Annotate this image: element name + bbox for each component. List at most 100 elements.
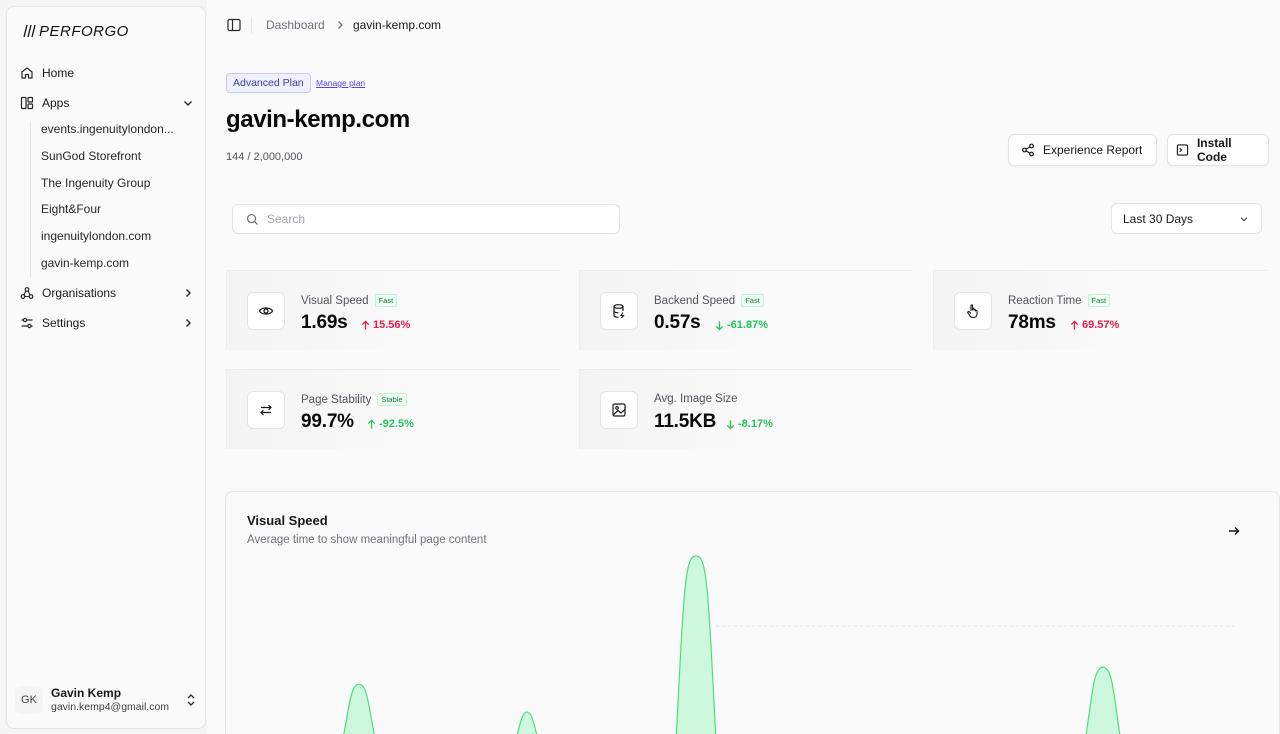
visual-speed-chart-card: Visual Speed Average time to show meanin… [225,491,1280,734]
metric-name: Avg. Image Size [654,393,738,405]
experience-report-button[interactable]: Experience Report [1008,134,1157,166]
status-badge: Fast [1087,294,1111,307]
breadcrumb-current: gavin-kemp.com [353,18,442,32]
sidebar-item-label: Home [42,66,75,80]
metric-name: Backend Speed [654,294,736,307]
sidebar-item-label: Settings [42,316,86,330]
date-range-select[interactable]: Last 30 Days [1111,203,1262,234]
metric-change-value: 69.57% [1082,319,1120,331]
avatar: GK [15,686,43,714]
metric-change-value: -61.87% [727,319,768,331]
metric-name: Page Stability [301,393,372,406]
metric-value: 78ms [1008,312,1056,333]
metric-change: -92.5% [366,418,414,430]
sidebar-app-item[interactable]: events.ingenuitylondon... [35,118,183,140]
metric-label: Backend Speed Fast [654,294,764,307]
metric-card-visual-speed[interactable]: Visual Speed Fast 1.69s 15.56% [226,270,560,350]
sidebar-app-item[interactable]: ingenuitylondon.com [35,225,183,247]
metric-label: Avg. Image Size [654,393,738,405]
arrow-up-icon [361,319,370,330]
user-name: Gavin Kemp [51,686,122,700]
status-badge: Fast [741,294,764,307]
sidebar-item-label: Organisations [42,286,117,300]
metric-change-value: -92.5% [379,418,414,430]
metric-card-page-stability[interactable]: Page Stability Stable 99.7% -92.5% [226,369,560,449]
chart-title: Visual Speed [247,513,328,528]
apps-tree-line [30,121,31,277]
usage-quota: 144 / 2,000,000 [226,151,303,163]
date-range-value: Last 30 Days [1123,211,1194,226]
sidebar-item-label: Apps [42,96,70,110]
metric-name: Reaction Time [1008,294,1082,307]
eye-icon [247,292,285,330]
sidebar-app-item[interactable]: gavin-kemp.com [35,252,183,274]
arrow-right-icon[interactable] [1227,524,1241,538]
chevron-down-icon [184,101,192,106]
chart-area-peak [675,555,717,734]
search-field[interactable] [232,204,620,234]
pointer-hand-icon [954,292,992,330]
metric-change: 15.56% [360,319,410,331]
user-menu[interactable]: GK Gavin Kemp gavin.kemp4@gmail.com [15,682,197,718]
user-email: gavin.kemp4@gmail.com [51,701,170,713]
metric-change: 69.57% [1069,319,1119,331]
chart-area-peak [1085,666,1121,734]
share-icon [1022,143,1034,157]
plan-badge: Advanced Plan [226,73,311,93]
metric-label: Page Stability Stable [301,393,407,406]
metric-change: -61.87% [714,319,768,331]
sidebar-item-home[interactable]: Home [19,60,195,86]
visual-speed-chart [343,555,1238,734]
search-input[interactable] [267,212,607,226]
chart-area-peak [516,711,538,734]
arrows-left-right-icon [247,391,285,429]
chevron-right-icon [338,21,343,29]
settings-icon [20,316,34,330]
metric-value: 0.57s [654,312,701,333]
main-content: Dashboard gavin-kemp.com Advanced Plan M… [207,0,1280,734]
arrow-down-icon [715,320,724,331]
image-icon [600,391,638,429]
sidebar-app-item[interactable]: Eight&Four [35,198,183,220]
chart-subtitle: Average time to show meaningful page con… [247,534,487,546]
chevron-right-icon [186,319,191,327]
brand-logo[interactable]: PERFORGO [23,22,129,40]
sidebar: PERFORGO Home Apps events.ingenuitylondo… [6,6,206,729]
install-code-button[interactable]: Install Code [1167,134,1269,166]
metric-value: 11.5KB [654,411,717,432]
status-badge: Fast [374,294,398,307]
page-title: gavin-kemp.com [226,106,410,133]
sidebar-item-settings[interactable]: Settings [19,310,195,336]
arrow-up-icon [1070,319,1079,330]
sidebar-toggle-icon[interactable] [227,18,241,32]
brand-mark-icon [23,24,36,38]
organisations-icon [20,286,34,300]
chevron-right-icon [186,289,191,297]
breadcrumb-dashboard[interactable]: Dashboard [266,18,325,32]
metric-change-value: -8.17% [738,418,773,430]
status-badge: Stable [377,393,407,406]
apps-icon [20,96,34,110]
home-icon [20,66,34,80]
sidebar-item-apps[interactable]: Apps [19,90,195,116]
brand-name: PERFORGO [39,22,129,40]
sidebar-item-organisations[interactable]: Organisations [19,280,195,306]
sidebar-app-item[interactable]: SunGod Storefront [35,145,183,167]
metric-card-reaction-time[interactable]: Reaction Time Fast 78ms 69.57% [933,270,1267,350]
metric-name: Visual Speed [301,294,369,307]
chevrons-up-down-icon [187,694,195,706]
arrow-down-icon [726,419,735,430]
metric-change-value: 15.56% [373,319,411,331]
experience-report-label: Experience Report [1043,143,1143,157]
database-icon [600,292,638,330]
metric-card-backend-speed[interactable]: Backend Speed Fast 0.57s -61.87% [579,270,913,350]
manage-plan-link[interactable]: Manage plan [316,78,365,88]
top-bar: Dashboard gavin-kemp.com [207,0,1280,50]
install-code-label: Install Code [1196,136,1232,164]
metric-value: 99.7% [301,411,354,432]
sidebar-app-item[interactable]: The Ingenuity Group [35,172,183,194]
terminal-icon [1176,144,1189,156]
metric-card-avg-image-size[interactable]: Avg. Image Size 11.5KB -8.17% [579,369,913,449]
arrow-up-icon [367,418,376,429]
chart-area-peak [343,683,375,734]
